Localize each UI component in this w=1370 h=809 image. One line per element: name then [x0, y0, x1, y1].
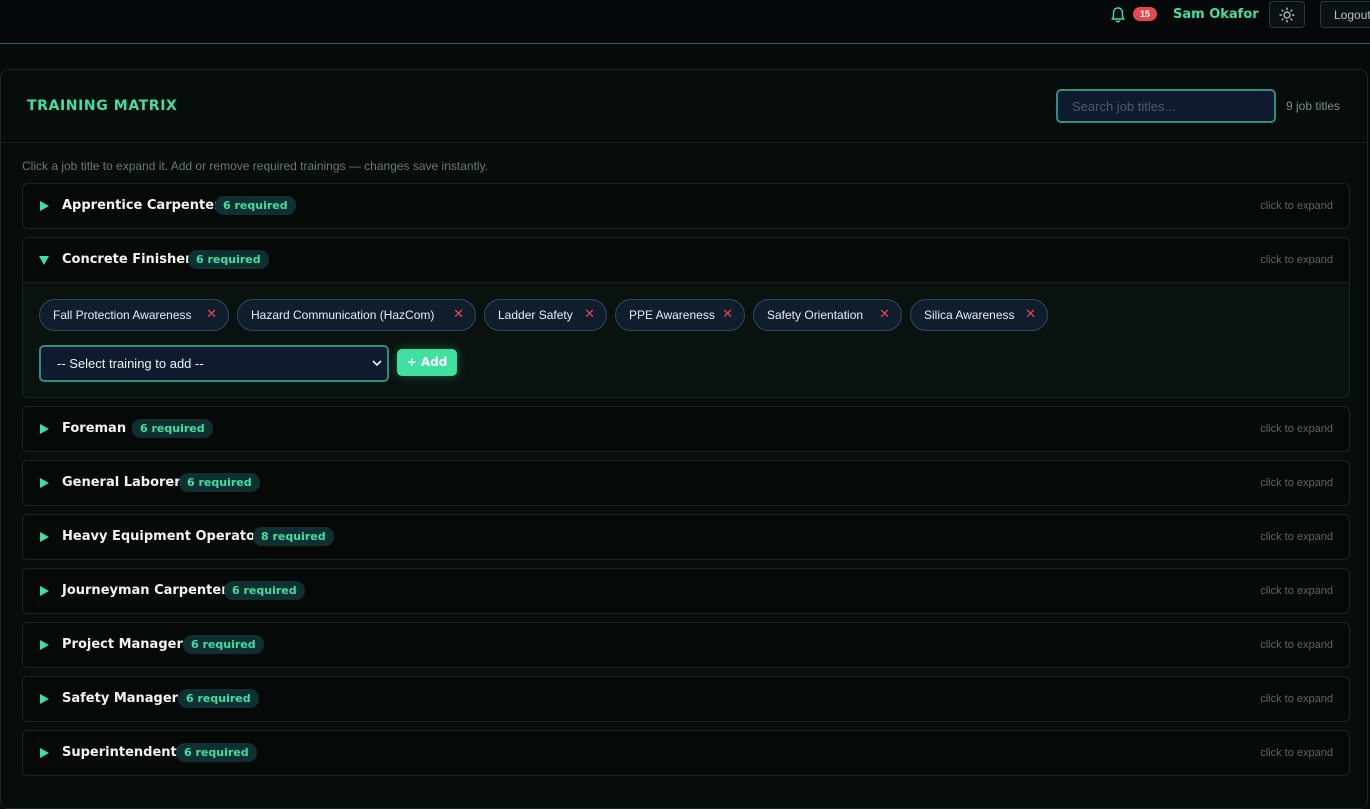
training-select-value: -- Select training to add -- — [57, 356, 204, 371]
job-row-header[interactable]: Project Manager 6 required click to expa… — [23, 623, 1349, 667]
user-name[interactable]: Sam Okafor — [1173, 5, 1259, 25]
job-row[interactable]: Safety Manager 6 required click to expan… — [22, 676, 1350, 722]
training-chip-label: PPE Awareness — [629, 308, 715, 322]
job-title: Journeyman Carpenter — [62, 583, 228, 598]
job-title: Apprentice Carpenter — [62, 198, 221, 213]
job-row-body: Fall Protection Awareness ✕ Hazard Commu… — [23, 282, 1349, 397]
remove-icon[interactable]: ✕ — [879, 300, 890, 330]
training-chip: Safety Orientation ✕ — [753, 299, 902, 331]
panel-header: TRAINING MATRIX 9 job titles — [1, 70, 1367, 143]
sun-icon — [1279, 6, 1295, 23]
training-chip: Ladder Safety ✕ — [484, 299, 607, 331]
expand-hint: click to expand — [1260, 747, 1333, 759]
expand-hint: click to expand — [1260, 254, 1333, 266]
remove-icon[interactable]: ✕ — [206, 300, 217, 330]
remove-icon[interactable]: ✕ — [1025, 300, 1036, 330]
remove-icon[interactable]: ✕ — [584, 300, 595, 330]
search-input[interactable] — [1056, 89, 1276, 123]
job-row-header[interactable]: Superintendent 6 required click to expan… — [23, 731, 1349, 775]
job-row-header[interactable]: Foreman 6 required click to expand — [23, 407, 1349, 451]
top-bar: 15 Sam Okafor Logout — [0, 0, 1370, 44]
required-count-badge: 8 required — [253, 527, 334, 546]
expand-hint: click to expand — [1260, 531, 1333, 543]
expand-hint: click to expand — [1260, 423, 1333, 435]
job-row-header[interactable]: Concrete Finisher 6 required click to ex… — [23, 238, 1349, 282]
training-chip: Hazard Communication (HazCom) ✕ — [237, 299, 476, 331]
required-count-badge: 6 required — [176, 743, 257, 762]
job-row[interactable]: Heavy Equipment Operator 8 required clic… — [22, 514, 1350, 560]
job-row-header[interactable]: Apprentice Carpenter 6 required click to… — [23, 184, 1349, 228]
required-count-badge: 6 required — [224, 581, 305, 600]
caret-right-icon — [40, 424, 49, 434]
notification-count-badge[interactable]: 15 — [1133, 7, 1158, 21]
training-chip-label: Hazard Communication (HazCom) — [251, 308, 435, 322]
job-title: Superintendent — [62, 745, 177, 760]
expand-hint: click to expand — [1260, 585, 1333, 597]
required-count-badge: 6 required — [215, 196, 296, 215]
training-chip-label: Fall Protection Awareness — [53, 308, 192, 322]
expand-hint: click to expand — [1260, 693, 1333, 705]
training-chip-label: Silica Awareness — [924, 308, 1015, 322]
expand-hint: click to expand — [1260, 639, 1333, 651]
caret-right-icon — [40, 748, 49, 758]
logout-button[interactable]: Logout — [1320, 1, 1370, 28]
page-title: TRAINING MATRIX — [27, 98, 178, 114]
job-count: 9 job titles — [1286, 99, 1341, 113]
bell-icon[interactable] — [1110, 6, 1126, 24]
job-row[interactable]: General Laborer 6 required click to expa… — [22, 460, 1350, 506]
job-row-header[interactable]: General Laborer 6 required click to expa… — [23, 461, 1349, 505]
chevron-down-icon — [372, 360, 382, 367]
job-title: Project Manager — [62, 637, 183, 652]
caret-right-icon — [40, 640, 49, 650]
job-row-header[interactable]: Journeyman Carpenter 6 required click to… — [23, 569, 1349, 613]
remove-icon[interactable]: ✕ — [453, 300, 464, 330]
theme-toggle-button[interactable] — [1269, 1, 1305, 28]
required-count-badge: 6 required — [178, 689, 259, 708]
required-count-badge: 6 required — [132, 419, 213, 438]
expand-hint: click to expand — [1260, 477, 1333, 489]
job-title: General Laborer — [62, 475, 181, 490]
job-row-header[interactable]: Safety Manager 6 required click to expan… — [23, 677, 1349, 721]
job-title: Foreman — [62, 421, 127, 436]
training-select[interactable]: -- Select training to add -- — [39, 345, 389, 382]
required-count-badge: 6 required — [183, 635, 264, 654]
job-row[interactable]: Superintendent 6 required click to expan… — [22, 730, 1350, 776]
training-chip: PPE Awareness ✕ — [615, 299, 745, 331]
expand-hint: click to expand — [1260, 200, 1333, 212]
job-row-expanded[interactable]: Concrete Finisher 6 required click to ex… — [22, 237, 1350, 398]
job-title: Safety Manager — [62, 691, 179, 706]
training-chip-label: Safety Orientation — [767, 308, 864, 322]
job-row[interactable]: Journeyman Carpenter 6 required click to… — [22, 568, 1350, 614]
job-row[interactable]: Project Manager 6 required click to expa… — [22, 622, 1350, 668]
required-count-badge: 6 required — [188, 250, 269, 269]
training-matrix-panel: TRAINING MATRIX 9 job titles Click a job… — [0, 69, 1368, 809]
job-row-header[interactable]: Heavy Equipment Operator 8 required clic… — [23, 515, 1349, 559]
training-chip: Silica Awareness ✕ — [910, 299, 1048, 331]
training-chip-label: Ladder Safety — [498, 308, 573, 322]
caret-right-icon — [40, 586, 49, 596]
training-chip: Fall Protection Awareness ✕ — [39, 299, 229, 331]
required-count-badge: 6 required — [179, 473, 260, 492]
job-row[interactable]: Apprentice Carpenter 6 required click to… — [22, 183, 1350, 229]
add-training-button[interactable]: + Add — [397, 349, 457, 376]
caret-right-icon — [40, 694, 49, 704]
caret-right-icon — [40, 532, 49, 542]
caret-down-icon — [39, 256, 49, 265]
instruction-text: Click a job title to expand it. Add or r… — [22, 159, 489, 173]
job-title: Heavy Equipment Operator — [62, 529, 262, 544]
job-title: Concrete Finisher — [62, 252, 192, 267]
job-row[interactable]: Foreman 6 required click to expand — [22, 406, 1350, 452]
remove-icon[interactable]: ✕ — [722, 300, 733, 330]
caret-right-icon — [40, 478, 49, 488]
caret-right-icon — [40, 201, 49, 211]
